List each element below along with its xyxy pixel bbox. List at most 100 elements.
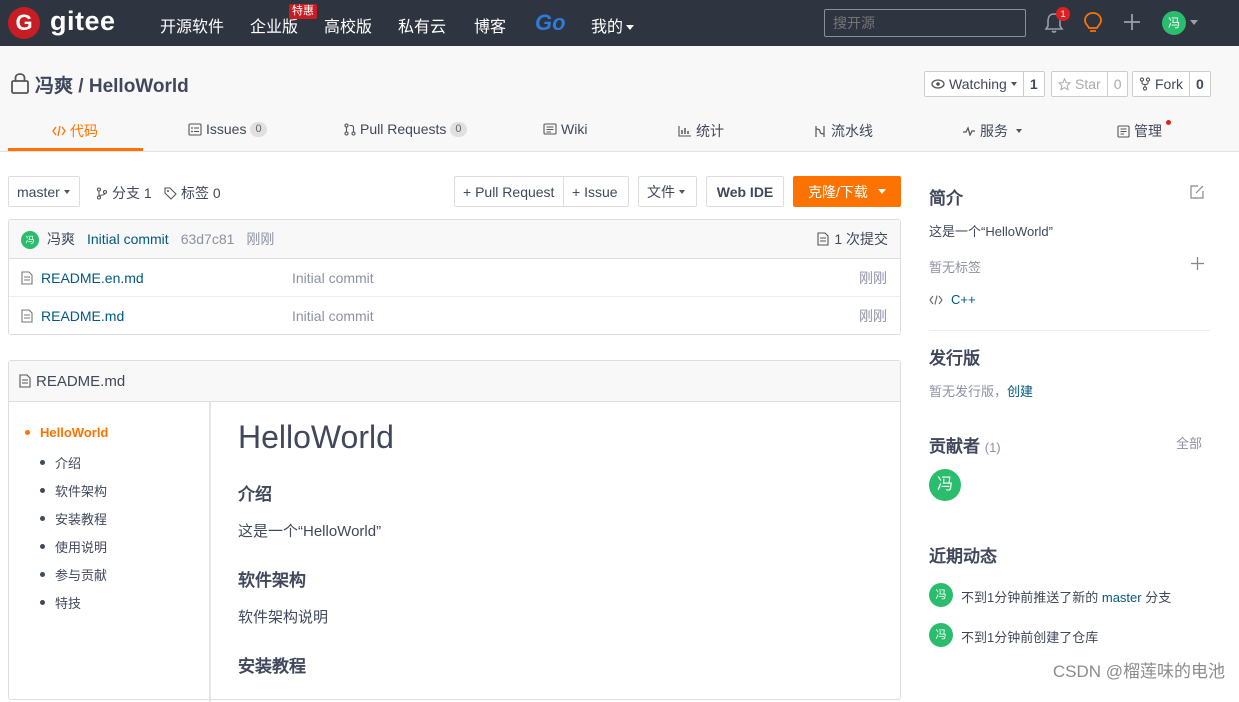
toc-item[interactable]: 介绍 <box>40 453 81 472</box>
file-time: 刚刚 <box>859 269 887 286</box>
file-menu-button[interactable]: 文件 <box>638 176 697 207</box>
hot-badge: 特惠 <box>289 4 317 19</box>
toc-item[interactable]: 使用说明 <box>40 537 107 556</box>
file-row[interactable]: README.en.md Initial commit 刚刚 <box>9 259 900 297</box>
tab-wiki[interactable]: Wiki <box>543 121 587 137</box>
toc-item[interactable]: 软件架构 <box>40 481 107 500</box>
caret-down-icon <box>626 25 635 31</box>
toc-item[interactable]: HelloWorld <box>25 425 108 440</box>
commit-count-link[interactable]: 1 次提交 <box>817 229 888 249</box>
notification-badge: 1 <box>1056 7 1070 21</box>
toc-item-label: HelloWorld <box>40 425 109 440</box>
nav-education[interactable]: 高校版 <box>324 13 372 37</box>
pulse-icon <box>963 126 975 136</box>
file-row[interactable]: README.md Initial commit 刚刚 <box>9 297 900 335</box>
user-avatar[interactable]: 冯 <box>1162 11 1186 35</box>
branch-select[interactable]: master <box>8 176 80 207</box>
branches-link[interactable]: 分支 1 <box>96 183 152 203</box>
commit-hash[interactable]: 63d7c81 <box>181 231 235 247</box>
new-issue-button[interactable]: + Issue <box>563 176 629 207</box>
repo-name-link[interactable]: HelloWorld <box>89 76 189 97</box>
toc-item[interactable]: 参与贡献 <box>40 565 107 584</box>
toc-item[interactable]: 安装教程 <box>40 509 107 528</box>
tab-pull-requests[interactable]: Pull Requests 0 <box>344 121 467 137</box>
tab-pipeline[interactable]: 流水线 <box>813 121 873 141</box>
wiki-icon <box>543 123 557 135</box>
nav-private-cloud[interactable]: 私有云 <box>398 13 446 37</box>
fork-count[interactable]: 0 <box>1189 72 1210 96</box>
edit-icon[interactable] <box>1189 184 1205 200</box>
commit-author-avatar[interactable]: 冯 <box>21 231 39 249</box>
tab-services-label: 服务 <box>980 123 1008 139</box>
tab-issues[interactable]: Issues 0 <box>188 121 267 137</box>
file-icon <box>19 374 31 388</box>
sidebar-divider <box>929 330 1210 331</box>
gitee-logo-text[interactable]: gitee <box>50 6 116 37</box>
new-pull-request-button[interactable]: + Pull Request <box>454 176 564 207</box>
fork-icon <box>1139 77 1151 91</box>
activity-avatar[interactable]: 冯 <box>929 623 953 647</box>
lock-icon <box>11 73 29 94</box>
toc-item-label: 软件架构 <box>55 484 108 499</box>
tab-code[interactable]: 代码 <box>52 121 98 141</box>
caret-down-icon[interactable] <box>1190 20 1198 25</box>
watch-count[interactable]: 1 <box>1022 72 1044 96</box>
tab-manage[interactable]: 管理 <box>1117 121 1162 141</box>
file-commit-message[interactable]: Initial commit <box>292 270 374 286</box>
bullet-icon <box>40 544 45 549</box>
nav-go[interactable]: Go <box>535 10 566 36</box>
commit-message[interactable]: Initial commit <box>87 231 169 247</box>
all-contributors-link[interactable]: 全部 <box>1176 433 1202 452</box>
sidebar-contributors-title: 贡献者 (1) <box>929 432 1001 457</box>
sidebar-activity-title: 近期动态 <box>929 547 997 566</box>
toc-item-label: 特技 <box>55 596 82 611</box>
file-icon <box>817 232 829 246</box>
tab-stats-label: 统计 <box>696 123 724 139</box>
repo-owner-link[interactable]: 冯爽 <box>35 76 73 97</box>
fork-label: Fork <box>1155 76 1183 92</box>
active-tab-indicator <box>8 148 143 151</box>
fork-button[interactable]: Fork <box>1133 72 1189 96</box>
lightbulb-icon[interactable] <box>1082 11 1104 35</box>
file-name[interactable]: README.en.md <box>41 270 144 286</box>
clone-download-button[interactable]: 克隆/下载 <box>793 176 901 207</box>
repo-header <box>0 46 1239 152</box>
file-time: 刚刚 <box>859 308 887 324</box>
nav-mine-label: 我的 <box>591 19 624 36</box>
fork-button-group: Fork 0 <box>1132 71 1211 97</box>
readme-header: README.md <box>9 361 900 402</box>
commit-author[interactable]: 冯爽 <box>47 229 75 249</box>
commit-count-label: 1 次提交 <box>834 231 888 247</box>
tab-services[interactable]: 服务 <box>962 121 1022 141</box>
star-button[interactable]: Star <box>1052 72 1107 96</box>
tags-link[interactable]: 标签 0 <box>164 183 221 203</box>
tab-issues-label: Issues <box>206 121 247 137</box>
nav-open-source[interactable]: 开源软件 <box>160 13 224 37</box>
latest-commit-bar: 冯 冯爽 Initial commit 63d7c81 刚刚 1 次提交 <box>9 220 900 259</box>
search-input[interactable] <box>824 9 1026 37</box>
language-link[interactable]: C++ <box>951 292 976 307</box>
watch-button[interactable]: Watching <box>925 72 1023 96</box>
star-count[interactable]: 0 <box>1106 72 1128 96</box>
file-name[interactable]: README.md <box>41 308 124 324</box>
nav-mine[interactable]: 我的 <box>591 13 635 37</box>
file-commit-message[interactable]: Initial commit <box>292 308 374 324</box>
toc-item[interactable]: 特技 <box>40 593 81 612</box>
pull-request-icon <box>344 122 356 136</box>
create-release-link[interactable]: 创建 <box>1007 384 1033 399</box>
web-ide-button[interactable]: Web IDE <box>706 176 784 207</box>
nav-blog[interactable]: 博客 <box>474 13 506 37</box>
activity-item: 不到1分钟前创建了仓库 <box>961 630 1099 645</box>
star-label: Star <box>1075 76 1101 92</box>
activity-text: 分支 <box>1145 590 1172 605</box>
gitee-logo-icon[interactable]: G <box>8 7 40 39</box>
activity-avatar[interactable]: 冯 <box>929 583 953 607</box>
contributor-avatar[interactable]: 冯 <box>929 469 961 501</box>
activity-branch-link[interactable]: master <box>1102 590 1142 605</box>
caret-down-icon <box>1016 129 1022 133</box>
tab-pipeline-label: 流水线 <box>831 123 873 139</box>
readme-heading: 介绍 <box>238 485 272 504</box>
plus-icon[interactable] <box>1121 11 1143 33</box>
add-tag-icon[interactable] <box>1190 256 1205 271</box>
tab-stats[interactable]: 统计 <box>678 121 724 141</box>
